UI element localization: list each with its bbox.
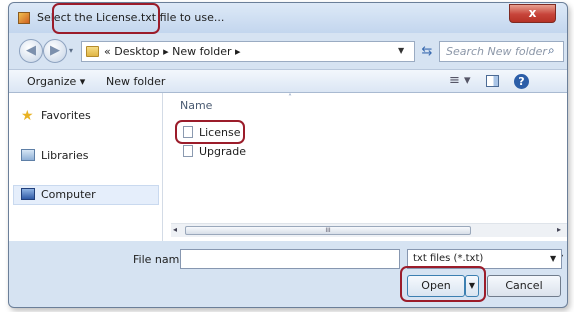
title-highlight-annotation xyxy=(52,3,160,34)
scroll-left-icon[interactable]: ◂ xyxy=(173,225,177,234)
cancel-button[interactable]: Cancel xyxy=(487,275,561,297)
license-highlight-annotation xyxy=(175,120,245,144)
computer-icon xyxy=(21,188,35,200)
file-type-value: txt files (*.txt) xyxy=(413,253,484,264)
nav-item-label: Libraries xyxy=(41,149,89,162)
close-button[interactable]: x xyxy=(509,4,556,23)
file-open-dialog: Select the License.txt file to use... x … xyxy=(8,2,568,308)
views-icon[interactable]: ≡ ▾ xyxy=(449,73,471,88)
app-icon xyxy=(18,12,30,24)
search-input[interactable]: Search New folder xyxy=(446,45,547,58)
scroll-right-icon[interactable]: ▸ xyxy=(557,225,561,234)
navigation-pane: ★ Favorites Libraries Computer xyxy=(9,93,163,241)
text-document-icon xyxy=(183,145,193,157)
file-name: Upgrade xyxy=(199,145,247,158)
address-path[interactable]: « Desktop ▸ New folder ▸ xyxy=(104,45,241,58)
nav-item-label: Computer xyxy=(41,188,96,201)
search-box[interactable]: Search New folder ⌕ xyxy=(439,41,564,62)
file-type-dropdown-icon[interactable]: ▼ xyxy=(550,254,556,263)
nav-item-label: Favorites xyxy=(41,109,91,122)
file-list: Name ˄ License Upgrade ◂ III ▸ xyxy=(163,93,567,241)
recent-locations-dropdown[interactable]: ▾ xyxy=(69,43,81,59)
address-dropdown-icon[interactable]: ▼ xyxy=(398,46,404,55)
horizontal-scrollbar[interactable]: ◂ III ▸ xyxy=(171,223,567,237)
forward-button[interactable]: ▶ xyxy=(43,39,67,63)
libraries-icon xyxy=(21,149,35,161)
nav-item-libraries[interactable]: Libraries xyxy=(21,149,89,167)
organize-button[interactable]: Organize ▾ xyxy=(27,75,85,88)
open-highlight-annotation xyxy=(400,266,486,302)
star-icon: ★ xyxy=(21,108,34,124)
sort-arrow-icon: ˄ xyxy=(288,93,292,102)
refresh-icon[interactable]: ⇆ xyxy=(419,43,435,61)
address-bar[interactable]: « Desktop ▸ New folder ▸ ▼ xyxy=(81,41,415,62)
search-icon[interactable]: ⌕ xyxy=(548,43,555,58)
back-button[interactable]: ◀ xyxy=(19,39,43,63)
nav-item-favorites[interactable]: ★ Favorites xyxy=(21,109,91,127)
help-icon[interactable]: ? xyxy=(514,74,529,89)
folder-icon xyxy=(86,46,99,57)
preview-pane-icon[interactable] xyxy=(486,75,499,87)
file-name-field[interactable]: ▼ xyxy=(180,249,563,269)
list-item[interactable]: Upgrade xyxy=(183,145,246,161)
nav-item-computer[interactable]: Computer xyxy=(21,188,96,206)
new-folder-button[interactable]: New folder xyxy=(106,75,165,88)
command-toolbar: Organize ▾ New folder ≡ ▾ ? xyxy=(9,69,567,93)
scroll-thumb[interactable]: III xyxy=(185,226,471,235)
column-header-name[interactable]: Name xyxy=(180,99,212,112)
